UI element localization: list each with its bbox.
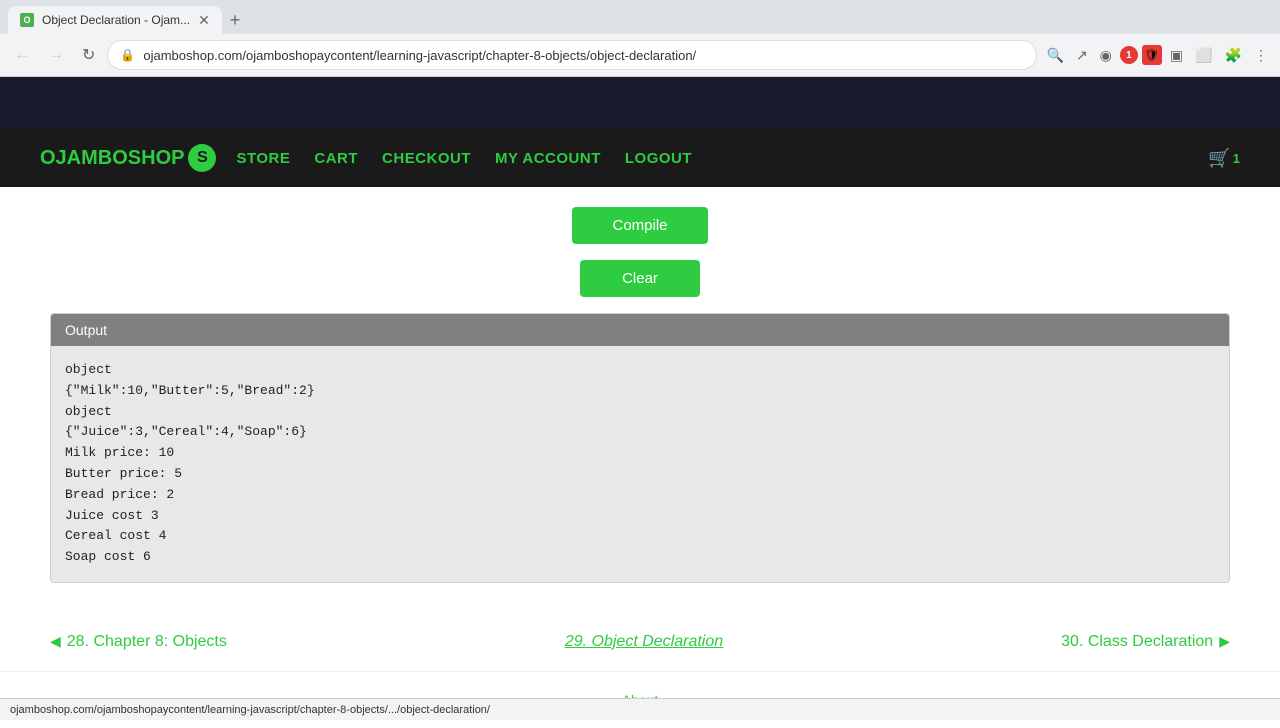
lock-icon: 🔒 [120, 48, 135, 62]
output-header: Output [51, 314, 1229, 346]
cart-nav-icon[interactable]: 🛒 1 [1208, 148, 1240, 169]
cart-count: 1 [1233, 151, 1240, 166]
nav-item-my-account[interactable]: MY ACCOUNT [495, 150, 601, 167]
output-line-6: Butter price: 5 [65, 464, 1215, 485]
extensions-btn[interactable]: 🧩 [1221, 43, 1246, 68]
prev-arrow-icon [50, 633, 61, 651]
cart-basket-icon: 🛒 [1208, 148, 1230, 169]
nav-item-store[interactable]: STORE [236, 150, 290, 167]
output-line-2: {"Milk":10,"Butter":5,"Bread":2} [65, 381, 1215, 402]
tab-favicon: O [20, 13, 34, 27]
nav-link-my-account[interactable]: MY ACCOUNT [495, 150, 601, 167]
nav-links: STORE CART CHECKOUT MY ACCOUNT LOGOUT [236, 150, 1208, 167]
output-section: Output object {"Milk":10,"Butter":5,"Bre… [50, 313, 1230, 583]
address-bar[interactable]: 🔒 ojamboshop.com/ojamboshopaycontent/lea… [107, 40, 1036, 70]
output-line-5: Milk price: 10 [65, 443, 1215, 464]
active-tab[interactable]: O Object Declaration - Ojam... ✕ [8, 6, 222, 34]
status-url: ojamboshop.com/ojamboshopaycontent/learn… [10, 704, 490, 716]
tab-close-btn[interactable]: ✕ [198, 12, 210, 29]
nav-link-cart[interactable]: CART [314, 150, 358, 167]
search-icon-btn[interactable]: 🔍 [1043, 43, 1068, 68]
output-line-1: object [65, 360, 1215, 381]
nav-link-store[interactable]: STORE [236, 150, 290, 167]
back-btn[interactable]: ← [8, 42, 36, 68]
top-dark-band [0, 77, 1280, 129]
output-line-7: Bread price: 2 [65, 485, 1215, 506]
compile-button[interactable]: Compile [572, 207, 707, 244]
output-line-3: object [65, 402, 1215, 423]
rss-icon-btn[interactable]: ◉ [1096, 43, 1116, 68]
site-logo[interactable]: OJAMBOSHOP S [40, 144, 216, 172]
next-page-link[interactable]: 30. Class Declaration [1061, 633, 1230, 651]
screenshot-btn[interactable]: ⬜ [1191, 43, 1216, 68]
sidebar-toggle-btn[interactable]: ▣ [1166, 43, 1187, 68]
nav-item-checkout[interactable]: CHECKOUT [382, 150, 471, 167]
output-line-10: Soap cost 6 [65, 547, 1215, 568]
output-line-9: Cereal cost 4 [65, 526, 1215, 547]
nav-item-logout[interactable]: LOGOUT [625, 150, 692, 167]
site-nav: OJAMBOSHOP S STORE CART CHECKOUT MY ACCO… [0, 129, 1280, 187]
browser-menu-btn[interactable]: ⋮ [1250, 43, 1272, 68]
new-tab-btn[interactable]: + [226, 10, 245, 31]
nav-bar: ← → ↻ 🔒 ojamboshop.com/ojamboshopayconte… [0, 34, 1280, 76]
tab-title: Object Declaration - Ojam... [42, 13, 190, 27]
ext-icon-shield[interactable]: 🛡 [1142, 45, 1162, 65]
ext-badge-1: 1 [1120, 46, 1138, 64]
share-icon-btn[interactable]: ↗ [1072, 43, 1092, 68]
extensions-area: 1 🛡 [1120, 45, 1162, 65]
nav-link-checkout[interactable]: CHECKOUT [382, 150, 471, 167]
nav-actions: 🔍 ↗ ◉ 1 🛡 ▣ ⬜ 🧩 ⋮ [1043, 43, 1273, 68]
output-line-4: {"Juice":3,"Cereal":4,"Soap":6} [65, 422, 1215, 443]
output-body: object {"Milk":10,"Butter":5,"Bread":2} … [51, 346, 1229, 582]
refresh-btn[interactable]: ↻ [76, 41, 101, 69]
status-bar: ojamboshop.com/ojamboshopaycontent/learn… [0, 698, 1280, 720]
output-line-8: Juice cost 3 [65, 506, 1215, 527]
page-nav: 28. Chapter 8: Objects 29. Object Declar… [0, 613, 1280, 671]
next-arrow-icon [1219, 633, 1230, 651]
forward-btn[interactable]: → [42, 42, 70, 68]
logo-s: S [188, 144, 216, 172]
prev-page-link[interactable]: 28. Chapter 8: Objects [50, 633, 227, 651]
logo-text: OJAMBOSHOP [40, 147, 184, 170]
nav-link-logout[interactable]: LOGOUT [625, 150, 692, 167]
nav-item-cart[interactable]: CART [314, 150, 358, 167]
main-content: Compile Clear Output object {"Milk":10,"… [0, 187, 1280, 613]
current-page-label: 29. Object Declaration [565, 633, 723, 651]
browser-chrome: O Object Declaration - Ojam... ✕ + ← → ↻… [0, 0, 1280, 77]
prev-page-label: 28. Chapter 8: Objects [67, 633, 227, 651]
next-page-label: 30. Class Declaration [1061, 633, 1213, 651]
address-text: ojamboshop.com/ojamboshopaycontent/learn… [143, 48, 1023, 63]
tab-bar: O Object Declaration - Ojam... ✕ + [0, 0, 1280, 34]
page-content: OJAMBOSHOP S STORE CART CHECKOUT MY ACCO… [0, 77, 1280, 728]
clear-button[interactable]: Clear [580, 260, 700, 297]
